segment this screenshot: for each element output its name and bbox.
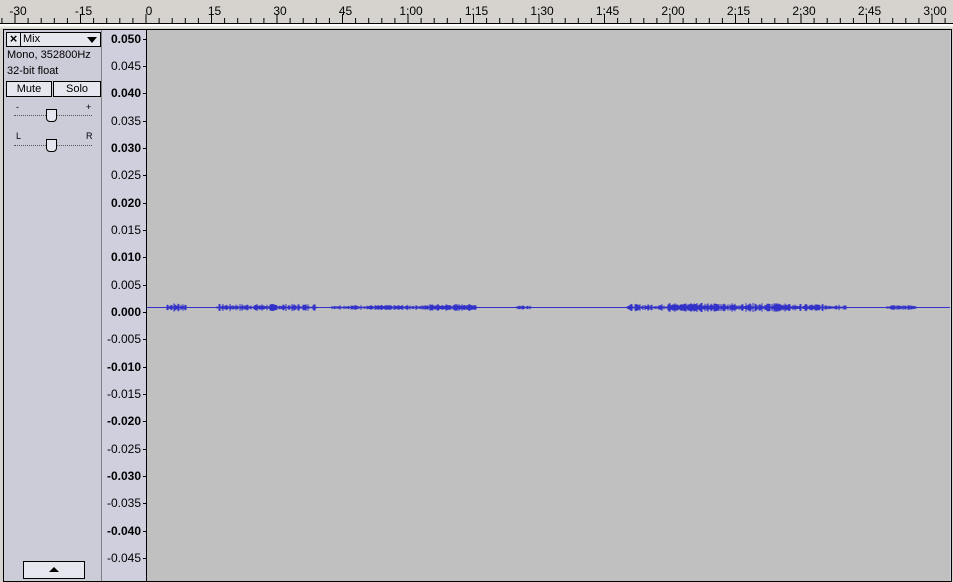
amplitude-label: -0.035 bbox=[106, 496, 141, 511]
audio-track[interactable]: × Mix Mono, 352800Hz 32-bit float Mute S… bbox=[3, 29, 952, 582]
ruler-label: 3:00 bbox=[923, 4, 947, 18]
amplitude-tick bbox=[143, 366, 146, 368]
ruler-label: 30 bbox=[273, 4, 287, 18]
ruler-label: 2:00 bbox=[661, 4, 685, 18]
chevron-down-icon bbox=[87, 37, 97, 43]
amplitude-label: -0.045 bbox=[106, 551, 141, 566]
timeline-ruler[interactable]: -30 -15 0 15 30 45 1:00 1:15 1:30 1:45 2:00 2:15 2:3… bbox=[0, 0, 953, 26]
amplitude-label: -0.020 bbox=[106, 414, 141, 429]
gain-slider-thumb[interactable] bbox=[46, 109, 58, 122]
ruler-label: 2:45 bbox=[857, 4, 882, 18]
amplitude-label: -0.005 bbox=[106, 332, 141, 347]
amplitude-label: 0.045 bbox=[110, 58, 141, 73]
track-format: Mono, 352800Hz bbox=[7, 49, 91, 61]
amplitude-tick bbox=[143, 558, 146, 560]
track-name-menu[interactable]: Mix bbox=[20, 32, 101, 47]
amplitude-tick bbox=[143, 38, 146, 40]
amplitude-tick bbox=[143, 65, 146, 67]
amplitude-tick bbox=[143, 147, 146, 149]
ruler-label: 0 bbox=[145, 4, 153, 18]
amplitude-tick bbox=[143, 448, 146, 450]
waveform-area[interactable] bbox=[147, 30, 950, 581]
ruler-label: 1:00 bbox=[399, 4, 423, 18]
amplitude-label: -0.010 bbox=[106, 359, 141, 374]
amplitude-label: 0.000 bbox=[110, 305, 141, 319]
ruler-label: 45 bbox=[338, 4, 353, 18]
amplitude-tick bbox=[143, 229, 146, 231]
mute-button[interactable]: Mute bbox=[6, 81, 52, 97]
amplitude-label: 0.035 bbox=[110, 113, 141, 128]
amplitude-tick bbox=[143, 312, 146, 313]
amplitude-tick bbox=[143, 93, 146, 95]
gain-slider[interactable] bbox=[14, 109, 92, 123]
amplitude-tick bbox=[143, 202, 146, 204]
amplitude-label: 0.025 bbox=[110, 168, 141, 183]
amplitude-tick bbox=[143, 476, 146, 478]
collapse-track-button[interactable] bbox=[23, 561, 85, 579]
ruler-label: 15 bbox=[207, 4, 222, 18]
amplitude-tick bbox=[143, 120, 146, 122]
amplitude-label: 0.010 bbox=[110, 250, 141, 265]
chevron-up-icon bbox=[49, 567, 59, 572]
amplitude-label: 0.040 bbox=[110, 86, 141, 101]
solo-button[interactable]: Solo bbox=[53, 81, 101, 97]
ruler-label: 2:30 bbox=[792, 4, 816, 18]
pan-slider[interactable] bbox=[14, 139, 92, 153]
vertical-ruler: 0.050 0.045 0.040 0.035 0.030 0.025 0.020 0.015… bbox=[102, 30, 147, 581]
ruler-label: 2:15 bbox=[726, 4, 751, 18]
track-sample-format: 32-bit float bbox=[7, 65, 59, 77]
amplitude-tick bbox=[143, 175, 146, 177]
amplitude-label: 0.015 bbox=[110, 222, 141, 237]
close-icon: × bbox=[9, 31, 18, 46]
ruler-label: -15 bbox=[74, 4, 93, 18]
amplitude-label: 0.020 bbox=[110, 195, 141, 210]
amplitude-tick bbox=[143, 503, 146, 505]
ruler-label: 1:45 bbox=[595, 4, 620, 18]
waveform bbox=[147, 303, 950, 312]
amplitude-tick bbox=[143, 284, 146, 286]
track-name: Mix bbox=[23, 33, 41, 45]
amplitude-label: -0.040 bbox=[106, 523, 141, 538]
amplitude-label: 0.005 bbox=[110, 277, 141, 292]
ruler-label: 1:30 bbox=[530, 4, 554, 18]
amplitude-tick bbox=[143, 394, 146, 396]
ruler-label: 1:15 bbox=[464, 4, 489, 18]
amplitude-tick bbox=[143, 530, 146, 532]
amplitude-tick bbox=[143, 421, 146, 423]
pan-slider-thumb[interactable] bbox=[46, 139, 58, 152]
ruler-label: -30 bbox=[9, 4, 27, 18]
amplitude-label: -0.015 bbox=[106, 387, 141, 402]
close-track-button[interactable]: × bbox=[6, 32, 21, 47]
track-control-panel: × Mix Mono, 352800Hz 32-bit float Mute S… bbox=[4, 30, 102, 581]
amplitude-tick bbox=[143, 339, 146, 341]
amplitude-label: 0.050 bbox=[110, 31, 141, 46]
amplitude-label: -0.025 bbox=[106, 441, 141, 456]
amplitude-label: 0.030 bbox=[110, 140, 141, 155]
ruler-shadow bbox=[0, 26, 953, 28]
amplitude-tick bbox=[143, 257, 146, 259]
amplitude-label: -0.030 bbox=[106, 469, 141, 484]
